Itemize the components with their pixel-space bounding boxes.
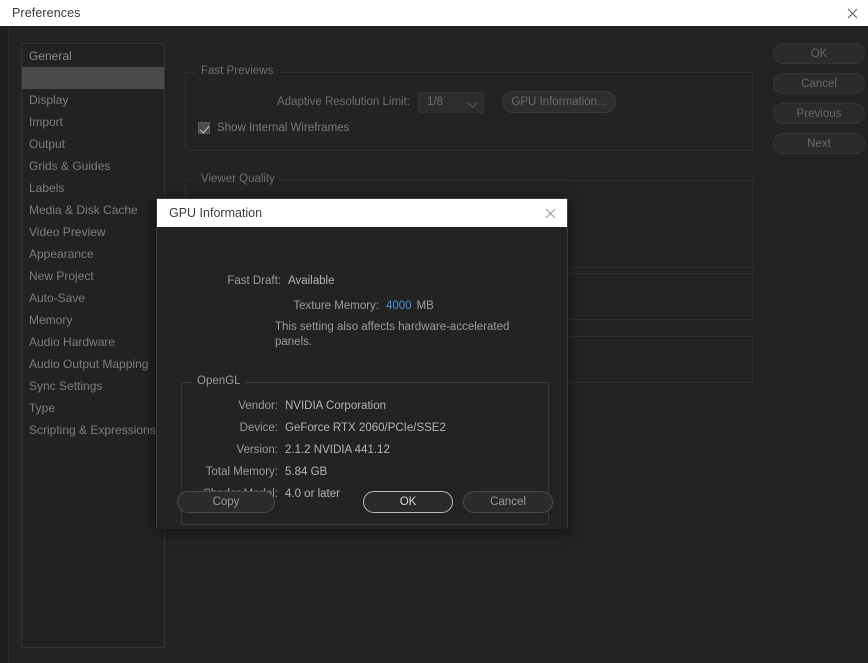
gpu-dialog-titlebar: GPU Information bbox=[157, 199, 567, 227]
sidebar-item-new-project[interactable]: New Project bbox=[22, 265, 164, 287]
sidebar-item-media-and-disk-cache[interactable]: Media & Disk Cache bbox=[22, 199, 164, 221]
preferences-sidebar: General Display Import Output Grids & Gu… bbox=[21, 43, 165, 648]
texture-memory-unit: MB bbox=[417, 300, 434, 312]
window-titlebar: Preferences bbox=[0, 0, 868, 26]
gpu-dialog-title: GPU Information bbox=[169, 206, 262, 220]
texture-memory-row: Texture Memory: 4000 MB bbox=[275, 300, 434, 312]
adaptive-resolution-row: Adaptive Resolution Limit: 1/8 GPU Infor… bbox=[230, 91, 616, 113]
gpu-information-button[interactable]: GPU Information... bbox=[502, 91, 616, 113]
copy-button[interactable]: Copy bbox=[177, 491, 275, 513]
opengl-total-memory-label: Total Memory: bbox=[190, 466, 278, 478]
gpu-dialog-footer: Copy OK Cancel bbox=[157, 491, 569, 515]
gpu-dialog-body: Fast Draft: Available Texture Memory: 40… bbox=[157, 227, 567, 529]
opengl-device-value: GeForce RTX 2060/PCIe/SSE2 bbox=[285, 422, 446, 434]
viewer-quality-legend: Viewer Quality bbox=[196, 173, 280, 185]
sidebar-item-memory[interactable]: Memory bbox=[22, 309, 164, 331]
opengl-vendor-value: NVIDIA Corporation bbox=[285, 400, 386, 412]
fast-draft-value: Available bbox=[288, 275, 334, 287]
dialog-action-buttons: OK Cancel Previous Next bbox=[773, 43, 865, 154]
sidebar-item-appearance[interactable]: Appearance bbox=[22, 243, 164, 265]
sidebar-item-audio-hardware[interactable]: Audio Hardware bbox=[22, 331, 164, 353]
opengl-total-memory-value: 5.84 GB bbox=[285, 466, 327, 478]
sidebar-item-grids-and-guides[interactable]: Grids & Guides bbox=[22, 155, 164, 177]
adaptive-resolution-select[interactable]: 1/8 bbox=[418, 92, 484, 113]
sidebar-item-type[interactable]: Type bbox=[22, 397, 164, 419]
fast-draft-row: Fast Draft: Available bbox=[203, 275, 334, 287]
close-icon[interactable] bbox=[842, 4, 862, 22]
window-title: Preferences bbox=[12, 6, 81, 20]
opengl-device-label: Device: bbox=[190, 422, 278, 434]
sidebar-item-auto-save[interactable]: Auto-Save bbox=[22, 287, 164, 309]
sidebar-item-display[interactable]: Display bbox=[22, 89, 164, 111]
adaptive-resolution-value: 1/8 bbox=[427, 96, 443, 108]
preferences-window: Preferences General Display Import Outpu… bbox=[0, 0, 868, 663]
opengl-version-row: Version: 2.1.2 NVIDIA 441.12 bbox=[190, 444, 390, 456]
sidebar-item-sync-settings[interactable]: Sync Settings bbox=[22, 375, 164, 397]
opengl-total-memory-row: Total Memory: 5.84 GB bbox=[190, 466, 327, 478]
texture-memory-label: Texture Memory: bbox=[275, 300, 379, 312]
fast-draft-label: Fast Draft: bbox=[203, 275, 281, 287]
sidebar-item-scripting-and-expressions[interactable]: Scripting & Expressions bbox=[22, 419, 164, 441]
sidebar-item-audio-output-mapping[interactable]: Audio Output Mapping bbox=[22, 353, 164, 375]
adaptive-resolution-label: Adaptive Resolution Limit: bbox=[230, 96, 410, 108]
fast-previews-legend: Fast Previews bbox=[196, 65, 278, 77]
sidebar-item-labels[interactable]: Labels bbox=[22, 177, 164, 199]
opengl-version-label: Version: bbox=[190, 444, 278, 456]
gpu-cancel-button[interactable]: Cancel bbox=[463, 491, 553, 513]
opengl-vendor-row: Vendor: NVIDIA Corporation bbox=[190, 400, 386, 412]
texture-memory-note: This setting also affects hardware-accel… bbox=[275, 320, 515, 350]
sidebar-item-video-preview[interactable]: Video Preview bbox=[22, 221, 164, 243]
texture-memory-value[interactable]: 4000 bbox=[386, 300, 412, 312]
show-internal-wireframes-checkbox-row[interactable]: Show Internal Wireframes bbox=[198, 122, 349, 134]
cancel-button[interactable]: Cancel bbox=[773, 73, 865, 94]
previous-button[interactable]: Previous bbox=[773, 103, 865, 124]
opengl-device-row: Device: GeForce RTX 2060/PCIe/SSE2 bbox=[190, 422, 446, 434]
sidebar-item-general[interactable]: General bbox=[22, 45, 164, 67]
gpu-ok-button[interactable]: OK bbox=[363, 491, 453, 513]
sidebar-item-import[interactable]: Import bbox=[22, 111, 164, 133]
ok-button[interactable]: OK bbox=[773, 43, 865, 64]
sidebar-item-output[interactable]: Output bbox=[22, 133, 164, 155]
gpu-information-dialog: GPU Information Fast Draft: Available Te… bbox=[156, 198, 568, 528]
preferences-body: General Display Import Output Grids & Gu… bbox=[0, 26, 868, 663]
close-icon[interactable] bbox=[541, 205, 559, 221]
left-gutter bbox=[0, 26, 9, 663]
next-button[interactable]: Next bbox=[773, 133, 865, 154]
show-internal-wireframes-label: Show Internal Wireframes bbox=[217, 122, 349, 134]
opengl-vendor-label: Vendor: bbox=[190, 400, 278, 412]
opengl-legend: OpenGL bbox=[192, 375, 245, 387]
checkmark-icon[interactable] bbox=[198, 122, 210, 134]
fast-previews-group: Fast Previews Adaptive Resolution Limit:… bbox=[185, 72, 753, 151]
sidebar-item-selected[interactable] bbox=[22, 67, 164, 89]
opengl-version-value: 2.1.2 NVIDIA 441.12 bbox=[285, 444, 390, 456]
